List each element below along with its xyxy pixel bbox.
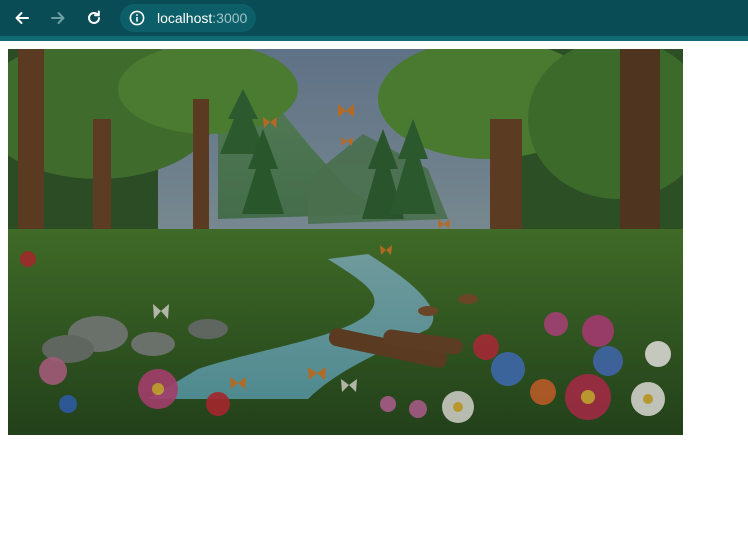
url-host: localhost bbox=[157, 10, 213, 26]
browser-toolbar: localhost:3000 bbox=[0, 0, 748, 36]
url-text[interactable]: localhost:3000 bbox=[157, 10, 247, 26]
arrow-left-icon bbox=[15, 12, 29, 24]
address-bar[interactable]: localhost:3000 bbox=[120, 4, 256, 32]
forest-scene-image bbox=[8, 49, 683, 435]
url-port: :3000 bbox=[212, 10, 248, 26]
info-icon[interactable] bbox=[129, 10, 145, 26]
reload-button[interactable] bbox=[80, 4, 108, 32]
page-viewport bbox=[0, 41, 748, 538]
arrow-right-icon bbox=[51, 12, 65, 24]
forward-button[interactable] bbox=[44, 4, 72, 32]
reload-icon bbox=[88, 10, 100, 24]
back-button[interactable] bbox=[8, 4, 36, 32]
